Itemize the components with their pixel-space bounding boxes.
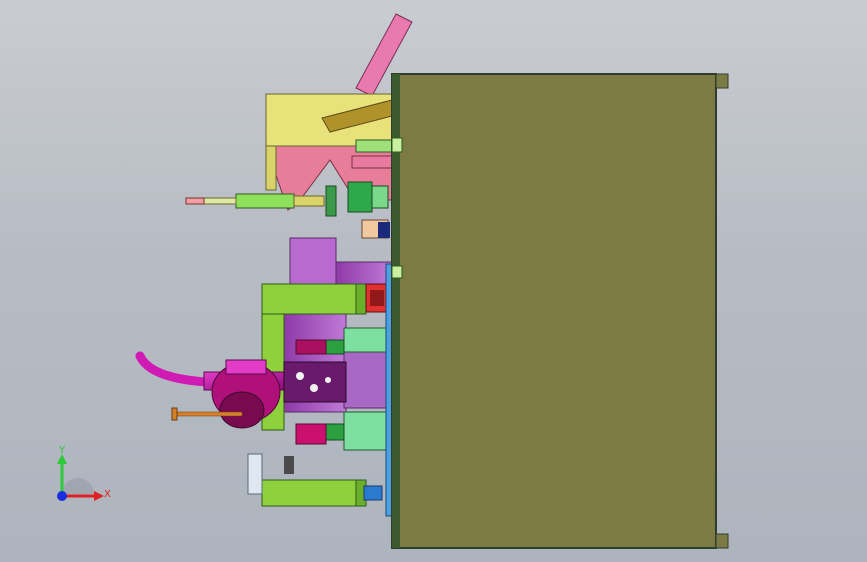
x-axis-label: X [104, 489, 111, 500]
axis-triad: Y X [57, 445, 111, 501]
z-axis-dot [57, 491, 67, 501]
red-connector [365, 283, 389, 313]
cad-viewport[interactable]: Y X [0, 0, 867, 562]
magenta-motor [135, 351, 347, 429]
base-plate [391, 73, 729, 549]
y-axis-label: Y [58, 445, 66, 456]
model-canvas[interactable]: Y X [0, 0, 867, 562]
pneumatic-cylinder [185, 193, 325, 209]
